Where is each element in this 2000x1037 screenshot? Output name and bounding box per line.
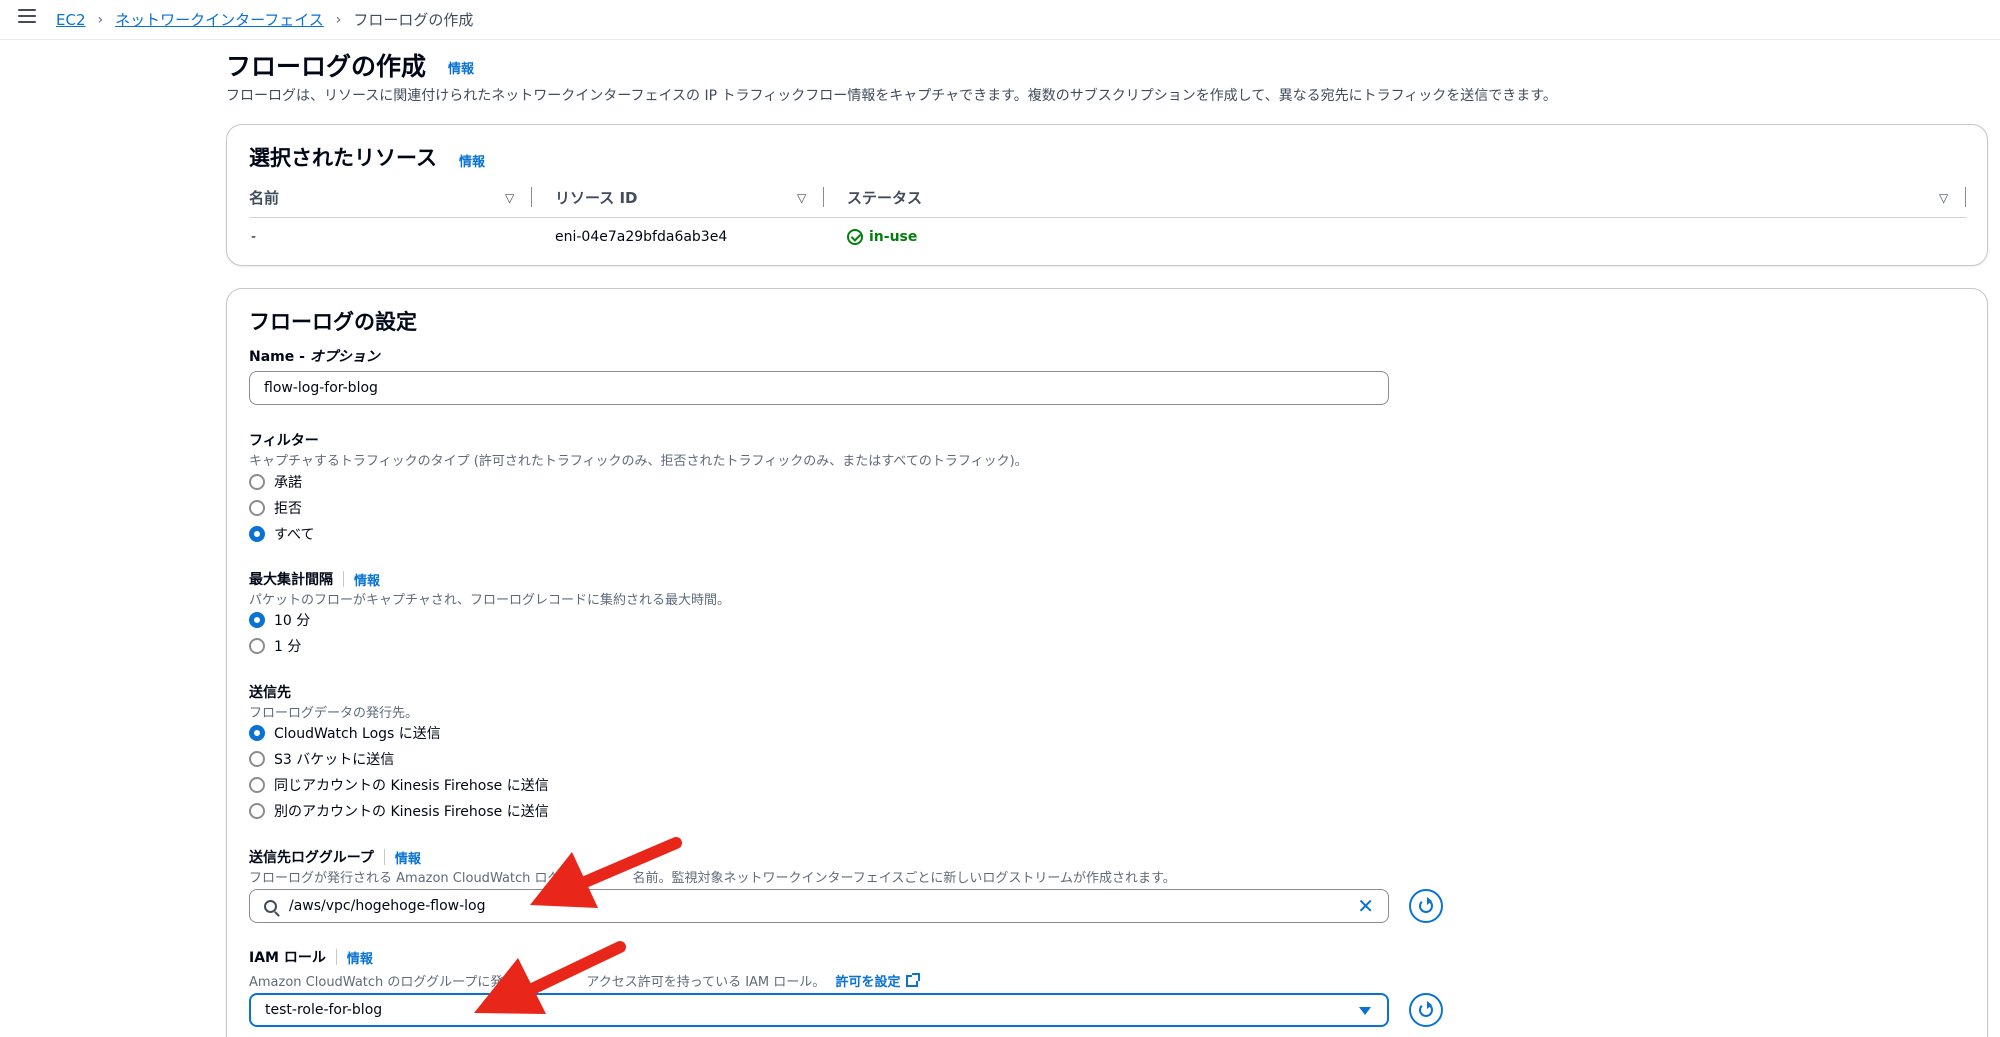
radio-button[interactable]	[249, 474, 265, 490]
sort-icon[interactable]: ▽	[1939, 191, 1948, 205]
radio-button[interactable]	[249, 500, 265, 516]
search-icon	[264, 899, 277, 913]
page-title: フローログの作成	[226, 52, 427, 81]
radio-button[interactable]	[249, 751, 265, 767]
table-header-divider	[249, 217, 1967, 218]
interval-label-row: 最大集計間隔 情報	[249, 569, 380, 589]
iam-role-select[interactable]: test-role-for-blog	[249, 993, 1389, 1027]
hamburger-menu-icon[interactable]	[18, 9, 36, 23]
close-icon[interactable]: ✕	[1357, 896, 1374, 916]
log-group-refresh-button[interactable]	[1409, 889, 1443, 923]
breadcrumb-link-network-interfaces[interactable]: ネットワークインターフェイス	[115, 9, 324, 30]
column-header-resource-id: リソース ID	[555, 189, 638, 207]
chevron-right-icon: ›	[335, 11, 342, 28]
radio-button[interactable]	[249, 638, 265, 654]
column-divider[interactable]	[531, 187, 532, 207]
page-description: フローログは、リソースに関連付けられたネットワークインターフェイスの IP トラ…	[226, 88, 1557, 104]
top-navigation: EC2 › ネットワークインターフェイス › フローログの作成	[0, 0, 2000, 40]
sort-icon[interactable]: ▽	[797, 191, 806, 205]
log-group-search-input[interactable]: /aws/vpc/hogehoge-flow-log ✕	[249, 889, 1389, 923]
column-header-name: 名前	[249, 189, 280, 207]
selected-resources-info-link[interactable]: 情報	[459, 151, 485, 170]
interval-label: 最大集計間隔	[249, 572, 333, 588]
destination-description: フローログデータの発行先。	[249, 706, 419, 721]
destination-radio-firehose-other[interactable]: 別のアカウントの Kinesis Firehose に送信	[249, 801, 549, 821]
status-badge: in-use	[847, 229, 917, 245]
breadcrumb: EC2 › ネットワークインターフェイス › フローログの作成	[56, 9, 473, 30]
log-group-label: 送信先ロググループ	[249, 850, 374, 866]
page-info-link[interactable]: 情報	[448, 58, 474, 77]
iam-role-value: test-role-for-blog	[265, 1002, 383, 1018]
iam-role-refresh-button[interactable]	[1409, 993, 1443, 1027]
destination-radio-s3[interactable]: S3 バケットに送信	[249, 749, 394, 769]
filter-description: キャプチャするトラフィックのタイプ (許可されたトラフィックのみ、拒否されたトラ…	[249, 454, 1028, 469]
cell-name: -	[251, 229, 257, 245]
radio-button[interactable]	[249, 777, 265, 793]
interval-info-link[interactable]: 情報	[354, 570, 380, 589]
sort-icon[interactable]: ▽	[505, 191, 514, 205]
iam-role-label-row: IAM ロール 情報	[249, 947, 373, 967]
column-divider[interactable]	[1965, 187, 1966, 207]
log-group-info-link[interactable]: 情報	[395, 848, 421, 867]
breadcrumb-link-ec2[interactable]: EC2	[56, 11, 86, 29]
status-text: in-use	[869, 229, 918, 245]
destination-label: 送信先	[249, 685, 291, 701]
name-input[interactable]: flow-log-for-blog	[249, 371, 1389, 405]
interval-description: パケットのフローがキャプチャされ、フローログレコードに集約される最大時間。	[249, 593, 731, 608]
filter-radio-reject[interactable]: 拒否	[249, 498, 302, 518]
filter-label: フィルター	[249, 433, 319, 449]
radio-button[interactable]	[249, 803, 265, 819]
iam-role-description: Amazon CloudWatch のロググループに発行 アクセス許可を持っている…	[249, 971, 921, 990]
breadcrumb-current: フローログの作成	[353, 11, 474, 29]
interval-radio-10min[interactable]: 10 分	[249, 610, 310, 630]
iam-role-label: IAM ロール	[249, 950, 326, 966]
external-link-icon	[906, 972, 921, 987]
filter-radio-accept[interactable]: 承諾	[249, 472, 302, 492]
column-divider[interactable]	[823, 187, 824, 207]
flow-log-settings-panel: フローログの設定 Name - オプション flow-log-for-blog …	[226, 288, 1988, 1037]
log-group-value: /aws/vpc/hogehoge-flow-log	[289, 898, 486, 914]
name-label: Name - オプション	[249, 349, 380, 365]
log-group-description: フローログが発行される Amazon CloudWatch ログ 名前。監視対象ネ…	[249, 871, 1176, 886]
interval-radio-1min[interactable]: 1 分	[249, 636, 301, 656]
set-permission-link[interactable]: 許可を設定	[835, 971, 921, 990]
iam-role-info-link[interactable]: 情報	[347, 948, 373, 967]
panel-title: 選択されたリソース	[249, 146, 437, 170]
destination-radio-firehose-same[interactable]: 同じアカウントの Kinesis Firehose に送信	[249, 775, 549, 795]
log-group-label-row: 送信先ロググループ 情報	[249, 847, 421, 867]
destination-radio-cloudwatch[interactable]: CloudWatch Logs に送信	[249, 723, 441, 743]
radio-button-selected[interactable]	[249, 725, 265, 741]
cell-resource-id: eni-04e7a29bfda6ab3e4	[555, 229, 728, 245]
column-header-status: ステータス	[847, 189, 923, 207]
caret-down-icon[interactable]	[1359, 1007, 1371, 1015]
radio-button-selected[interactable]	[249, 526, 265, 542]
check-circle-icon	[847, 229, 863, 245]
filter-radio-all[interactable]: すべて	[249, 524, 314, 544]
selected-resources-panel: 選択されたリソース 情報 名前 ▽ リソース ID ▽ ステータス ▽ - en…	[226, 124, 1988, 266]
chevron-right-icon: ›	[97, 11, 104, 28]
panel-title: フローログの設定	[249, 310, 417, 334]
radio-button-selected[interactable]	[249, 612, 265, 628]
